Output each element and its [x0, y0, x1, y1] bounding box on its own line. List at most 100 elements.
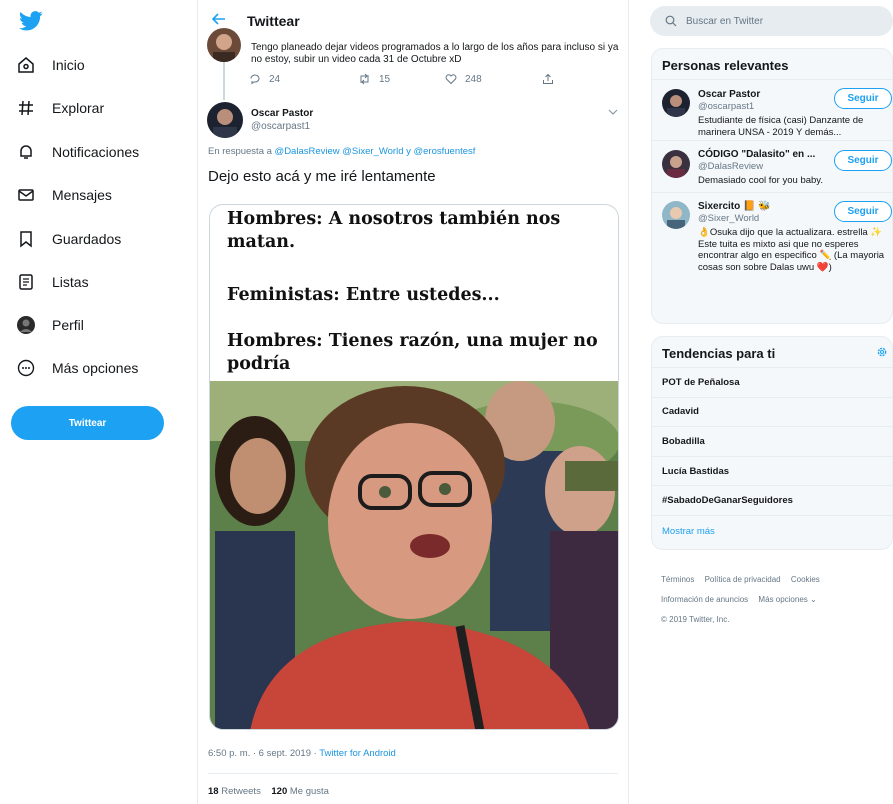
relevant-people-panel: Personas relevantes Oscar Pastor @oscarp…: [651, 48, 893, 324]
page-header: Twittear: [198, 0, 628, 40]
nav-notifications[interactable]: Notificaciones: [14, 135, 139, 169]
relevant-people-title: Personas relevantes: [652, 49, 892, 80]
likes-count: 120: [271, 786, 288, 797]
likes-label: Me gusta: [289, 786, 329, 797]
page-title: Twittear: [247, 13, 300, 29]
nav-profile[interactable]: Perfil: [14, 308, 84, 342]
person-bio: 👌Osuka dijo que la actualizara. estrella…: [698, 227, 885, 273]
trends-panel: Tendencias para ti POT de Peñalosa Cadav…: [651, 336, 893, 550]
retweet-action[interactable]: 15: [358, 73, 390, 85]
nav-label: Inicio: [52, 57, 85, 73]
previous-tweet-actions: 24 15 248: [249, 73, 569, 89]
trends-title: Tendencias para ti: [652, 337, 892, 368]
trend-item[interactable]: Cadavid: [652, 398, 892, 428]
nav-bookmarks[interactable]: Guardados: [14, 222, 121, 256]
retweets-stat[interactable]: 18 Retweets: [208, 786, 261, 797]
retweet-count: 15: [379, 73, 391, 85]
reply-mentions[interactable]: @DalasReview @Sixer_World y @erosfuentes…: [275, 146, 476, 157]
person-name[interactable]: Sixercito 📙 🐝: [698, 201, 771, 212]
person-avatar[interactable]: [662, 201, 690, 229]
share-icon: [543, 73, 553, 84]
search-input[interactable]: [686, 6, 886, 36]
copyright: © 2019 Twitter, Inc.: [661, 615, 730, 624]
author-handle[interactable]: @oscarpast1: [251, 121, 310, 132]
reply-action[interactable]: 24: [249, 73, 280, 85]
person-card[interactable]: Sixercito 📙 🐝 @Sixer_World 👌Osuka dijo q…: [652, 193, 892, 323]
reply-prefix: En respuesta a: [208, 146, 272, 157]
envelope-icon: [14, 183, 38, 207]
meme-caption-line: Feministas: Entre ustedes...: [227, 285, 500, 305]
reply-count: 24: [269, 73, 281, 85]
right-column: Personas relevantes Oscar Pastor @oscarp…: [648, 0, 893, 804]
person-name[interactable]: CÓDIGO "Dalasito" en ...: [698, 149, 815, 160]
trend-item[interactable]: Bobadilla: [652, 427, 892, 457]
tweet-media[interactable]: Hombres: A nosotros también nos matan. F…: [209, 204, 619, 730]
person-handle[interactable]: @Sixer_World: [698, 213, 759, 224]
tweet-timestamp: 6:50 p. m. · 6 sept. 2019 · Twitter for …: [208, 748, 396, 759]
back-arrow-icon[interactable]: [211, 11, 227, 27]
follow-button[interactable]: Seguir: [834, 88, 892, 109]
author-name[interactable]: Oscar Pastor: [251, 108, 313, 119]
trend-item[interactable]: POT de Peñalosa: [652, 368, 892, 398]
person-handle[interactable]: @oscarpast1: [698, 101, 754, 112]
like-action[interactable]: 248: [445, 73, 482, 85]
nav-label: Perfil: [52, 317, 84, 333]
tweet-text: Dejo esto acá y me iré lentamente: [208, 168, 436, 185]
follow-button[interactable]: Seguir: [834, 201, 892, 222]
person-card[interactable]: CÓDIGO "Dalasito" en ... @DalasReview De…: [652, 141, 892, 193]
show-more-link[interactable]: Mostrar más: [652, 516, 892, 547]
meme-caption-line: Hombres: A nosotros también nos matan.: [227, 209, 561, 252]
twitter-bird-icon[interactable]: [19, 10, 43, 32]
nav-home[interactable]: Inicio: [14, 48, 85, 82]
tweet-source[interactable]: Twitter for Android: [319, 748, 396, 759]
reply-context: En respuesta a @DalasReview @Sixer_World…: [208, 146, 475, 157]
profile-icon: [14, 313, 38, 337]
person-avatar[interactable]: [662, 150, 690, 178]
follow-button[interactable]: Seguir: [834, 150, 892, 171]
meme-photo: [210, 381, 618, 729]
retweet-icon: [360, 73, 369, 85]
nav-lists[interactable]: Listas: [14, 265, 89, 299]
thread-connector: [223, 62, 225, 100]
share-action[interactable]: [542, 73, 554, 85]
search-icon: [665, 15, 677, 27]
person-card[interactable]: Oscar Pastor @oscarpast1 Estudiante de f…: [652, 80, 892, 141]
compose-tweet-button[interactable]: Twittear: [11, 406, 164, 440]
search-bar[interactable]: [650, 6, 893, 36]
meme-caption-line: Hombres: Tienes razón, una mujer no podr…: [227, 331, 598, 374]
trend-item[interactable]: #SabadoDeGanarSeguidores: [652, 486, 892, 516]
reply-icon: [250, 74, 260, 85]
gear-icon[interactable]: [876, 346, 888, 358]
likes-stat[interactable]: 120 Me gusta: [271, 786, 329, 797]
footer-link[interactable]: Más opciones ⌄: [758, 595, 816, 604]
previous-tweet-avatar[interactable]: [207, 28, 241, 62]
nav-label: Explorar: [52, 100, 105, 116]
heart-icon: [445, 74, 457, 85]
footer-link[interactable]: Política de privacidad: [705, 575, 781, 584]
trend-item[interactable]: Lucía Bastidas: [652, 457, 892, 487]
chevron-down-icon[interactable]: [607, 106, 619, 118]
more-circle-icon: [14, 356, 38, 380]
footer-links: Términos Política de privacidad Cookies: [661, 570, 828, 590]
footer-link[interactable]: Información de anuncios: [661, 595, 748, 604]
footer-link[interactable]: Cookies: [791, 575, 820, 584]
nav-label: Mensajes: [52, 187, 112, 203]
retweets-label: Retweets: [221, 786, 261, 797]
divider: [208, 773, 618, 774]
retweets-count: 18: [208, 786, 219, 797]
nav-label: Más opciones: [52, 360, 139, 376]
left-sidebar: Inicio Explorar Notificaciones Mensajes …: [0, 0, 195, 804]
tweet-time[interactable]: 6:50 p. m. · 6 sept. 2019 ·: [208, 748, 317, 759]
nav-messages[interactable]: Mensajes: [14, 178, 112, 212]
nav-more-options[interactable]: Más opciones: [14, 351, 138, 385]
bookmark-icon: [14, 227, 38, 251]
author-avatar[interactable]: [207, 102, 243, 138]
previous-tweet-text: Tengo planeado dejar videos programados …: [251, 42, 619, 65]
nav-explore[interactable]: Explorar: [14, 91, 104, 125]
bell-icon: [14, 140, 38, 164]
person-name[interactable]: Oscar Pastor: [698, 89, 760, 100]
footer-link[interactable]: Términos: [661, 575, 694, 584]
person-handle[interactable]: @DalasReview: [698, 161, 763, 172]
person-avatar[interactable]: [662, 89, 690, 117]
home-icon: [14, 53, 38, 77]
